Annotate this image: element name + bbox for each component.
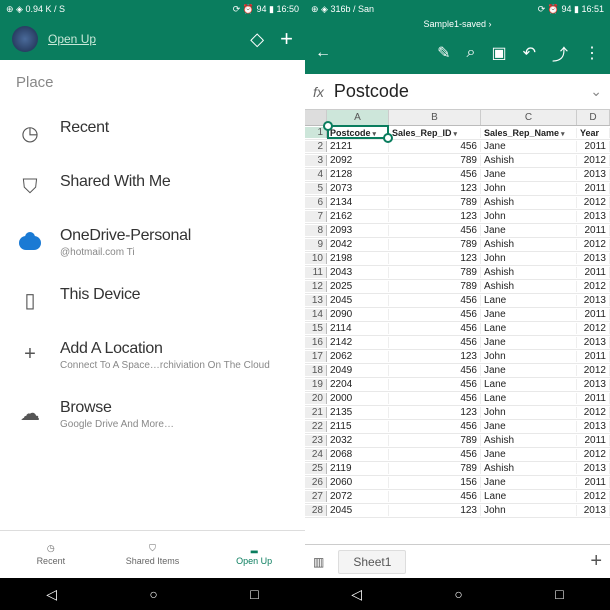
status-left: ⊕ ◈ 0.94 K / S (6, 4, 65, 15)
table-row[interactable]: 192204456 Lane2013 (305, 378, 610, 392)
bottom-tabs: ◷Recent ⛉Shared Items ▂Open Up (0, 530, 305, 578)
more-icon[interactable]: ⋮ (584, 43, 600, 63)
doc-title: Sample1-saved › (305, 18, 610, 32)
open-up-link[interactable]: Open Up (48, 32, 96, 46)
android-navbar: ◁ ○ □ (305, 578, 610, 610)
header-row[interactable]: 1 Postcode▾ Sales_Rep_ID▾ Sales_Rep_Name… (305, 126, 610, 140)
share-icon[interactable]: ⤴ (552, 41, 568, 65)
item-onedrive[interactable]: OneDrive-Personal@hotmail.com Ti (0, 213, 305, 272)
recent-icon[interactable]: □ (555, 586, 563, 602)
table-row[interactable]: 72162123 John2013 (305, 210, 610, 224)
add-icon: + (18, 342, 42, 366)
avatar[interactable] (12, 26, 38, 52)
table-row[interactable]: 182049456 Jane2012 (305, 364, 610, 378)
table-row[interactable]: 252119789 Ashish2013 (305, 462, 610, 476)
table-row[interactable]: 232032789 Ashish2011 (305, 434, 610, 448)
table-row[interactable]: 152114456 Lane2012 (305, 322, 610, 336)
chevron-down-icon[interactable]: ⌄ (590, 83, 602, 100)
sheet-tabs: ▥ Sheet1 + (305, 544, 610, 578)
table-row[interactable]: 142090456 Jane2011 (305, 308, 610, 322)
spreadsheet[interactable]: A B C D 1 Postcode▾ Sales_Rep_ID▾ Sales_… (305, 110, 610, 544)
table-row[interactable]: 122025789 Ashish2012 (305, 280, 610, 294)
item-browse[interactable]: ☁ BrowseGoogle Drive And More… (0, 385, 305, 444)
table-row[interactable]: 112043789 Ashish2011 (305, 266, 610, 280)
status-left: ⊕ ◈ 316b / San (311, 4, 374, 15)
home-icon[interactable]: ○ (454, 586, 462, 602)
table-row[interactable]: 262060156 Jane2011 (305, 476, 610, 490)
add-sheet-icon[interactable]: + (590, 550, 602, 573)
item-add-location[interactable]: + Add A LocationConnect To A Space…rchiv… (0, 326, 305, 385)
table-row[interactable]: 42128456 Jane2013 (305, 168, 610, 182)
cloud-icon (18, 229, 42, 253)
plus-icon[interactable]: + (280, 26, 293, 52)
back-arrow-icon[interactable]: ← (315, 44, 331, 62)
places-list: ◷ Recent ⛉ Shared With Me OneDrive-Perso… (0, 105, 305, 530)
sheet-picker-icon[interactable]: ▥ (313, 555, 324, 569)
clock-icon: ◷ (47, 543, 55, 554)
tab-open[interactable]: ▂Open Up (203, 531, 305, 578)
pen-icon[interactable]: ✎ (437, 43, 450, 63)
table-row[interactable]: 52073123 John2011 (305, 182, 610, 196)
select-all-corner[interactable] (305, 110, 327, 125)
fx-value[interactable]: Postcode (334, 81, 580, 102)
item-shared[interactable]: ⛉ Shared With Me (0, 159, 305, 213)
diamond-icon[interactable]: ◇ (250, 29, 264, 50)
recent-icon[interactable]: □ (250, 586, 258, 602)
android-navbar: ◁ ○ □ (0, 578, 305, 610)
table-row[interactable]: 22121456 Jane2011 (305, 140, 610, 154)
tab-recent[interactable]: ◷Recent (0, 531, 102, 578)
clock-icon: ◷ (18, 121, 42, 145)
sheet-tab[interactable]: Sheet1 (338, 550, 406, 574)
save-icon[interactable]: ▣ (491, 43, 506, 63)
phone-icon: ▯ (18, 288, 42, 312)
home-icon[interactable]: ○ (149, 586, 157, 602)
table-row[interactable]: 162142456 Jane2013 (305, 336, 610, 350)
fx-label: fx (313, 84, 324, 100)
formula-bar[interactable]: fx Postcode ⌄ (305, 74, 610, 110)
table-row[interactable]: 272072456 Lane2012 (305, 490, 610, 504)
table-row[interactable]: 132045456 Lane2013 (305, 294, 610, 308)
toolbar: ← ✎ ⌕ ▣ ↶ ⤴ ⋮ (305, 32, 610, 74)
section-label: Place (0, 60, 305, 105)
table-row[interactable]: 32092789 Ashish2012 (305, 154, 610, 168)
table-row[interactable]: 282045123 John2013 (305, 504, 610, 518)
status-right: ⟳ ⏰ 94 ▮ 16:50 (233, 4, 299, 15)
table-row[interactable]: 202000456 Lane2011 (305, 392, 610, 406)
item-recent[interactable]: ◷ Recent (0, 105, 305, 159)
people-icon: ⛉ (18, 175, 42, 199)
status-right: ⟳ ⏰ 94 ▮ 16:51 (538, 4, 604, 15)
status-bar: ⊕ ◈ 0.94 K / S ⟳ ⏰ 94 ▮ 16:50 (0, 0, 305, 18)
search-icon[interactable]: ⌕ (466, 44, 475, 62)
undo-icon[interactable]: ↶ (523, 43, 536, 63)
table-row[interactable]: 172062123 John2011 (305, 350, 610, 364)
col-headers: A B C D (305, 110, 610, 126)
table-row[interactable]: 92042789 Ashish2012 (305, 238, 610, 252)
table-row[interactable]: 62134789 Ashish2012 (305, 196, 610, 210)
back-icon[interactable]: ◁ (351, 586, 362, 603)
status-bar: ⊕ ◈ 316b / San ⟳ ⏰ 94 ▮ 16:51 (305, 0, 610, 18)
back-icon[interactable]: ◁ (46, 586, 57, 603)
table-row[interactable]: 242068456 Jane2012 (305, 448, 610, 462)
tab-shared[interactable]: ⛉Shared Items (102, 531, 204, 578)
table-row[interactable]: 102198123 John2013 (305, 252, 610, 266)
item-device[interactable]: ▯ This Device (0, 272, 305, 326)
cloud-outline-icon: ☁ (18, 401, 42, 425)
app-header: Open Up ◇ + (0, 18, 305, 60)
table-row[interactable]: 82093456 Jane2011 (305, 224, 610, 238)
people-icon: ⛉ (149, 543, 156, 554)
table-row[interactable]: 212135123 John2012 (305, 406, 610, 420)
folder-icon: ▂ (251, 543, 258, 554)
table-row[interactable]: 222115456 Jane2013 (305, 420, 610, 434)
